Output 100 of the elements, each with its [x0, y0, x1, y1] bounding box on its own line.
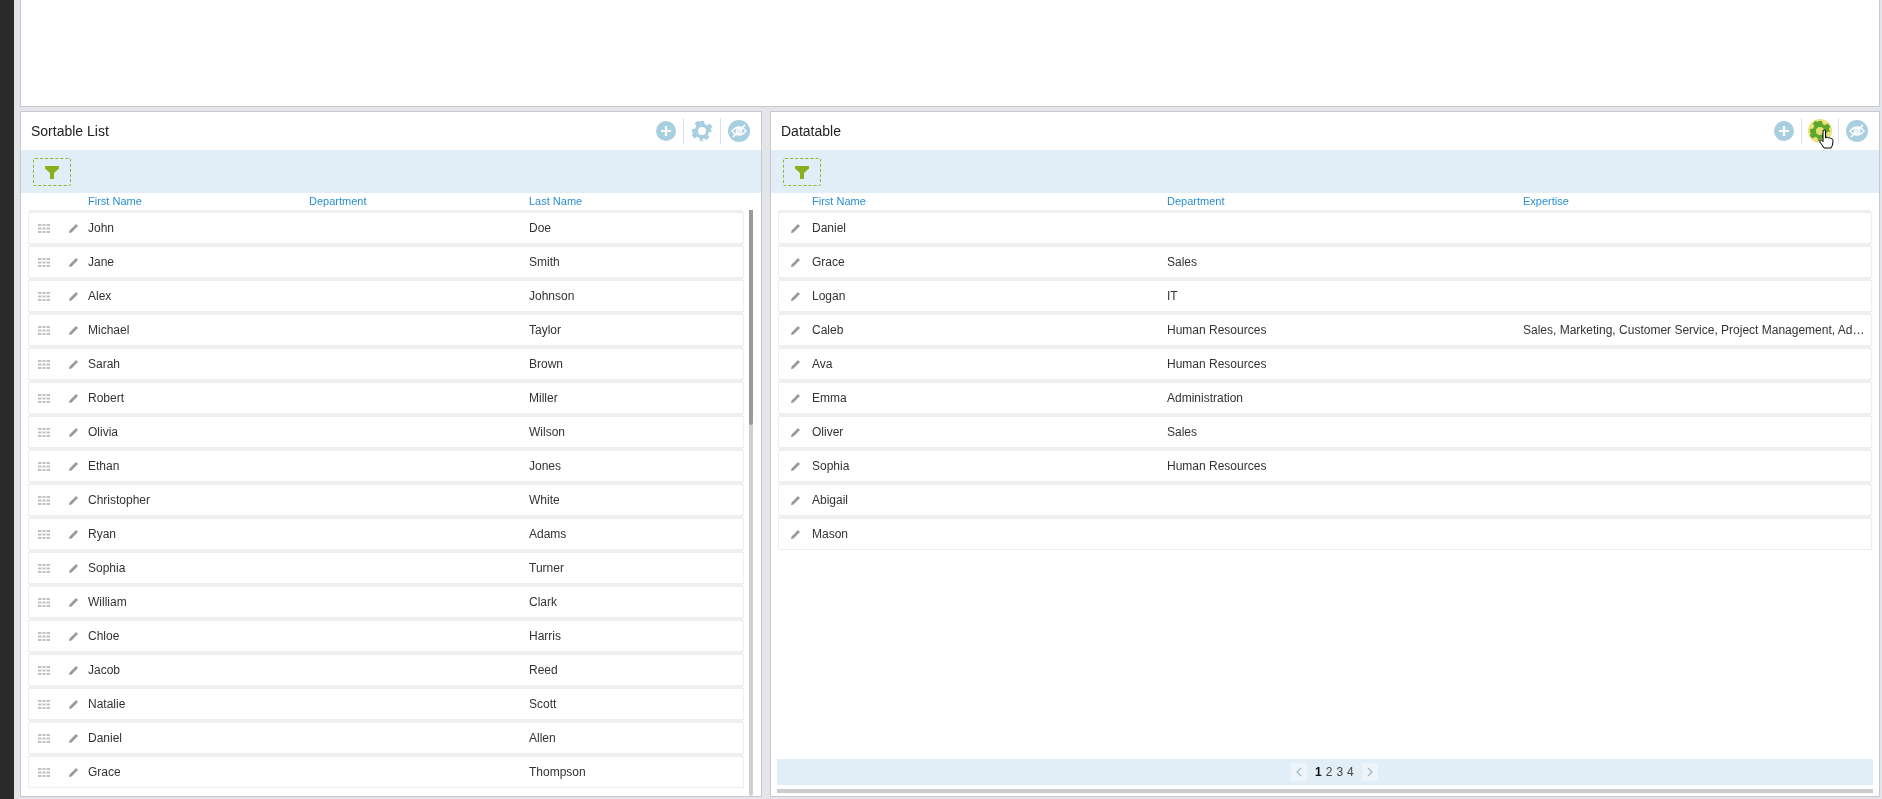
drag-handle-icon[interactable] — [38, 699, 50, 709]
pencil-icon — [68, 256, 79, 268]
table-cell-text: Adams — [529, 527, 568, 541]
drag-handle-icon[interactable] — [38, 563, 50, 573]
previous-page-button[interactable] — [1291, 763, 1307, 781]
filter-icon — [794, 163, 810, 180]
page-link[interactable]: 4 — [1347, 765, 1354, 779]
chevron-left-icon — [1296, 767, 1302, 777]
drag-handle-icon[interactable] — [38, 257, 50, 267]
settings-icon — [691, 120, 713, 142]
table-cell-text: Ethan — [88, 459, 121, 473]
pencil-icon — [790, 290, 801, 302]
pencil-icon — [68, 358, 79, 370]
pencil-icon — [68, 528, 79, 540]
table-cell-text: Caleb — [812, 323, 845, 337]
drag-handle-icon[interactable] — [38, 733, 50, 743]
drag-handle-icon[interactable] — [38, 529, 50, 539]
table-cell-text: Doe — [529, 221, 552, 235]
column-header[interactable]: Last Name — [529, 195, 753, 207]
hide-button[interactable] — [1845, 119, 1869, 143]
pencil-icon — [68, 426, 79, 438]
table-cell-text: Harris — [529, 629, 562, 643]
pencil-icon — [790, 426, 801, 438]
pencil-icon — [68, 766, 79, 778]
pencil-icon — [68, 732, 79, 744]
table-cell-text: Alex — [88, 289, 113, 303]
table-cell-text: Abigail — [812, 493, 850, 507]
pencil-icon — [68, 630, 79, 642]
page-link[interactable]: 3 — [1336, 765, 1344, 779]
add-button[interactable] — [1773, 120, 1795, 142]
add-button[interactable] — [655, 120, 677, 142]
table-cell-text: IT — [1167, 289, 1179, 303]
table-cell-text: Administration — [1167, 391, 1245, 405]
filter-button[interactable] — [783, 157, 821, 186]
table-cell-text: Johnson — [529, 289, 576, 303]
table-cell-text: William — [88, 595, 128, 609]
table-cell-text: Oliver — [812, 425, 845, 439]
drag-handle-icon[interactable] — [38, 767, 50, 777]
table-cell-text: Thompson — [529, 765, 587, 779]
scrollbar[interactable] — [777, 789, 1873, 793]
drag-handle-icon[interactable] — [38, 223, 50, 233]
table-cell-text: Human Resources — [1167, 459, 1268, 473]
table-cell-text: Olivia — [88, 425, 119, 439]
filter-icon — [44, 163, 60, 180]
table-cell-text: Ryan — [88, 527, 117, 541]
drag-handle-icon[interactable] — [38, 393, 50, 403]
page-link[interactable]: 2 — [1325, 765, 1333, 779]
pencil-icon — [68, 460, 79, 472]
drag-handle-icon[interactable] — [38, 359, 50, 369]
table-cell-text: Sarah — [88, 357, 122, 371]
hidden-eye-icon — [1846, 120, 1868, 142]
column-header[interactable]: Expertise — [1523, 195, 1871, 207]
table-cell-text: Wilson — [529, 425, 566, 439]
filter-button[interactable] — [33, 157, 71, 186]
column-header[interactable]: First Name — [88, 195, 309, 207]
drag-handle-icon[interactable] — [38, 665, 50, 675]
table-cell-text: Brown — [529, 357, 564, 371]
pencil-icon — [68, 324, 79, 336]
table-cell-text: Taylor — [529, 323, 562, 337]
table-cell-text: Robert — [88, 391, 126, 405]
drag-handle-icon[interactable] — [38, 427, 50, 437]
pencil-icon — [790, 460, 801, 472]
drag-handle-icon[interactable] — [38, 495, 50, 505]
hide-button[interactable] — [727, 119, 751, 143]
drag-handle-icon[interactable] — [38, 597, 50, 607]
pencil-icon — [790, 528, 801, 540]
table-cell-text: White — [529, 493, 561, 507]
table-cell-text: Scott — [529, 697, 558, 711]
table-cell-text: Christopher — [88, 493, 152, 507]
drag-handle-icon[interactable] — [38, 291, 50, 301]
table-cell-text: Jane — [88, 255, 116, 269]
pencil-icon — [790, 494, 801, 506]
table-cell-text: Mason — [812, 527, 850, 541]
table-cell-text: Miller — [529, 391, 559, 405]
table-cell-text: Turner — [529, 561, 565, 575]
drag-handle-icon[interactable] — [38, 325, 50, 335]
table-cell-text: Grace — [88, 765, 122, 779]
table-cell-text: Jones — [529, 459, 563, 473]
table-cell-text: Allen — [529, 731, 557, 745]
table-cell-text: Human Resources — [1167, 323, 1268, 337]
column-header[interactable]: Department — [309, 195, 529, 207]
column-header[interactable]: First Name — [812, 195, 1167, 207]
pencil-icon — [68, 664, 79, 676]
drag-handle-icon[interactable] — [38, 631, 50, 641]
table-cell-text: Sales — [1167, 255, 1199, 269]
column-header[interactable]: Department — [1167, 195, 1523, 207]
drag-handle-icon[interactable] — [38, 461, 50, 471]
pencil-icon — [68, 562, 79, 574]
table-cell-text: Human Resources — [1167, 357, 1268, 371]
table-cell-text: Reed — [529, 663, 559, 677]
add-icon — [1774, 121, 1794, 141]
scrollbar[interactable] — [749, 210, 753, 796]
pencil-icon — [68, 290, 79, 302]
page-link[interactable]: 1 — [1315, 765, 1322, 779]
next-page-button[interactable] — [1361, 763, 1378, 781]
add-icon — [656, 121, 676, 141]
pencil-icon — [790, 256, 801, 268]
hidden-eye-icon — [728, 120, 750, 142]
table-cell-text: Clark — [529, 595, 558, 609]
chevron-right-icon — [1366, 767, 1373, 777]
